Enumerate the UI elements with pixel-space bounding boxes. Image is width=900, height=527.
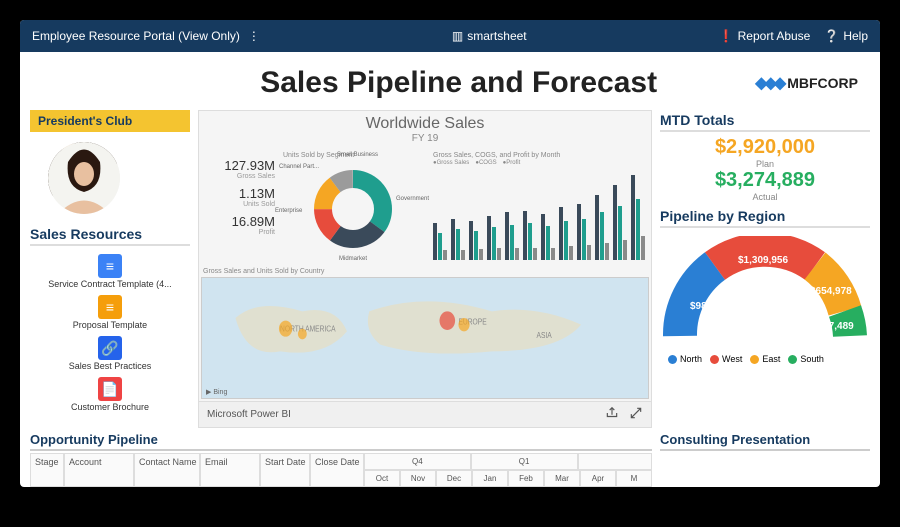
bar-title: Gross Sales, COGS, and Profit by Month (433, 152, 647, 159)
resource-label: Service Contract Template (4... (48, 279, 171, 289)
seg-label: Midmarket (339, 256, 367, 262)
pipeline-gauge-chart: $982,467 $1,309,956 $654,978 $327,489 (660, 236, 870, 346)
lg: Profit (506, 160, 520, 166)
world-map[interactable]: NORTH AMERICA EUROPE ASIA ▶ Bing (201, 277, 649, 399)
month-label: Dec (436, 470, 472, 487)
logo-mark-icon: ◆◆◆ (755, 73, 783, 93)
legend-item: East (750, 354, 780, 364)
legend-item: West (710, 354, 742, 364)
svg-text:ASIA: ASIA (537, 330, 552, 340)
month-label: Feb (508, 470, 544, 487)
brand-name: smartsheet (467, 29, 526, 43)
seg-label: Channel Part... (279, 164, 319, 170)
page-title: Sales Pipeline and Forecast (162, 66, 755, 100)
opportunity-pipeline-header: Opportunity Pipeline (30, 432, 652, 451)
month-label: Apr (580, 470, 616, 487)
legend-item: North (668, 354, 702, 364)
resource-item[interactable]: ≡Service Contract Template (4... (30, 252, 190, 291)
svg-text:$327,489: $327,489 (812, 321, 854, 332)
expand-icon[interactable] (629, 406, 643, 423)
worldwide-subtitle: FY 19 (203, 133, 647, 144)
smartsheet-icon: ▥ (452, 29, 463, 43)
resource-label: Proposal Template (73, 320, 147, 330)
resource-item[interactable]: ≡Proposal Template (30, 293, 190, 332)
map-title: Gross Sales and Units Sold by Country (199, 268, 651, 275)
seg-label: Government (396, 196, 429, 202)
alert-icon: ❗ (719, 29, 734, 43)
month-label: Nov (400, 470, 436, 487)
help-label: Help (843, 29, 868, 43)
donut-chart (303, 159, 403, 259)
consulting-presentation-header: Consulting Presentation (660, 432, 870, 451)
seg-label: Small Business (337, 152, 378, 158)
corp-logo: ◆◆◆ MBFCORP (755, 73, 858, 93)
mtd-actual-value: $3,274,889 (660, 169, 870, 192)
month-label: Mar (544, 470, 580, 487)
kpi: 127.93MGross Sales (203, 158, 275, 180)
mtd-header: MTD Totals (660, 110, 870, 132)
portal-menu-icon[interactable]: ⋮ (248, 29, 260, 43)
legend-dot-icon (668, 355, 677, 364)
column-header[interactable]: Stage (30, 453, 64, 487)
quarter-label: Q4 (364, 453, 471, 470)
column-header[interactable]: Account (64, 453, 134, 487)
monthly-bar-chart (433, 170, 647, 260)
portal-title: Employee Resource Portal (View Only) (32, 29, 240, 43)
resource-icon: ≡ (98, 254, 122, 278)
lg: COGS (479, 160, 497, 166)
column-header[interactable]: Contact Name (134, 453, 200, 487)
mtd-plan-label: Plan (660, 159, 870, 169)
sales-resources-header: Sales Resources (30, 224, 190, 246)
lg: Gross Sales (437, 160, 470, 166)
month-label: Oct (364, 470, 400, 487)
svg-text:$982,467: $982,467 (690, 301, 732, 312)
month-label: M (616, 470, 652, 487)
svg-text:$654,978: $654,978 (810, 286, 852, 297)
legend-dot-icon (788, 355, 797, 364)
resource-item[interactable]: 🔗Sales Best Practices (30, 334, 190, 373)
kpi: 16.89MProfit (203, 214, 275, 236)
quarter-label: Q1 (471, 453, 578, 470)
share-icon[interactable] (605, 406, 619, 423)
column-header[interactable]: Email (200, 453, 260, 487)
powerbi-attribution: Microsoft Power BI (207, 409, 291, 420)
presidents-club-badge: President's Club (30, 110, 190, 132)
legend-dot-icon (750, 355, 759, 364)
svg-text:$1,309,956: $1,309,956 (738, 255, 788, 266)
resource-icon: 🔗 (98, 336, 122, 360)
month-label: Jan (472, 470, 508, 487)
avatar (48, 142, 120, 214)
worldwide-title: Worldwide Sales (203, 115, 647, 133)
corp-logo-text: MBFCORP (787, 75, 858, 91)
seg-label: Enterprise (275, 208, 302, 214)
kpi: 1.13MUnits Sold (203, 186, 275, 208)
report-abuse-label: Report Abuse (738, 29, 811, 43)
report-abuse-link[interactable]: ❗ Report Abuse (719, 29, 811, 43)
resource-label: Customer Brochure (71, 402, 149, 412)
resource-icon: ≡ (98, 295, 122, 319)
mtd-actual-label: Actual (660, 192, 870, 202)
resource-label: Sales Best Practices (69, 361, 152, 371)
help-icon: ❔ (824, 29, 839, 43)
bing-attrib: ▶ Bing (206, 388, 227, 396)
column-header[interactable]: Close Date (310, 453, 364, 487)
help-link[interactable]: ❔ Help (824, 29, 868, 43)
column-header[interactable]: Start Date (260, 453, 310, 487)
legend-dot-icon (710, 355, 719, 364)
legend-item: South (788, 354, 824, 364)
resource-item[interactable]: 📄Customer Brochure (30, 375, 190, 414)
resource-icon: 📄 (98, 377, 122, 401)
mtd-plan-value: $2,920,000 (660, 136, 870, 159)
pipeline-region-header: Pipeline by Region (660, 206, 870, 228)
